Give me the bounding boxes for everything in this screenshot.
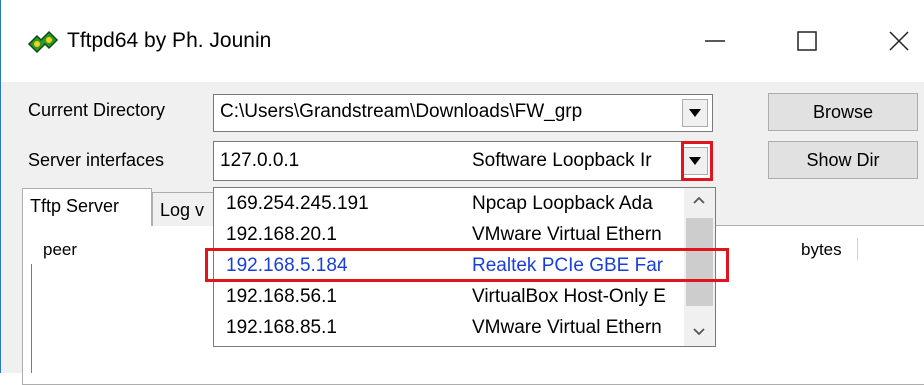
window-title: Tftpd64 by Ph. Jounin: [67, 29, 272, 52]
interface-name: VMware Virtual Ethern: [472, 317, 662, 338]
close-icon: [889, 31, 909, 51]
current-directory-value: C:\Users\Grandstream\Downloads\FW_grp: [220, 101, 583, 122]
column-peer[interactable]: peer: [43, 240, 77, 260]
tab-tftp-server[interactable]: Tftp Server: [22, 188, 152, 226]
minimize-button[interactable]: [669, 0, 761, 82]
tab-log-viewer[interactable]: Log v: [152, 192, 222, 226]
minimize-icon: [705, 40, 725, 42]
server-interface-ip: 127.0.0.1: [220, 150, 300, 171]
chevron-down-icon: [689, 157, 701, 165]
current-directory-dropdown-button[interactable]: [682, 99, 708, 127]
server-interfaces-label: Server interfaces: [28, 150, 165, 170]
list-item[interactable]: 192.168.20.1 VMware Virtual Ethern: [214, 220, 684, 251]
list-item-selected[interactable]: 192.168.5.184 Realtek PCIe GBE Far: [214, 251, 684, 282]
interface-ip: 192.168.20.1: [226, 224, 337, 245]
browse-button[interactable]: Browse: [768, 93, 918, 131]
chevron-up-icon[interactable]: [691, 192, 707, 213]
interface-name: Npcap Loopback Ada: [472, 193, 653, 214]
scrollbar-thumb[interactable]: [686, 218, 713, 306]
close-button[interactable]: [853, 0, 924, 82]
interface-ip: 169.254.245.191: [226, 193, 369, 214]
chevron-down-icon: [689, 109, 701, 117]
column-divider: [857, 238, 858, 260]
server-interfaces-dropdown-list[interactable]: 169.254.245.191 Npcap Loopback Ada 192.1…: [213, 187, 716, 347]
title-bar: Tftpd64 by Ph. Jounin: [1, 0, 924, 82]
list-item[interactable]: 169.254.245.191 Npcap Loopback Ada: [214, 189, 684, 220]
column-bytes[interactable]: bytes: [801, 240, 842, 260]
interface-name: VirtualBox Host-Only E: [472, 286, 666, 307]
interface-name: Realtek PCIe GBE Far: [472, 255, 664, 276]
dropdown-scrollbar[interactable]: [684, 188, 715, 346]
interface-ip: 192.168.85.1: [226, 317, 337, 338]
interface-ip: 192.168.56.1: [226, 286, 337, 307]
server-interfaces-combo[interactable]: 127.0.0.1 Software Loopback Ir: [213, 141, 713, 181]
app-icon: [27, 30, 59, 54]
interface-name: VMware Virtual Ethern: [472, 224, 662, 245]
server-interface-name: Software Loopback Ir: [472, 150, 652, 171]
list-item[interactable]: 192.168.56.1 VirtualBox Host-Only E: [214, 282, 684, 313]
current-directory-label: Current Directory: [28, 100, 166, 120]
maximize-button[interactable]: [761, 0, 853, 82]
server-interfaces-dropdown-button[interactable]: [682, 147, 708, 175]
interface-ip: 192.168.5.184: [226, 255, 348, 276]
list-item[interactable]: 192.168.85.1 VMware Virtual Ethern: [214, 313, 684, 344]
current-directory-combo[interactable]: C:\Users\Grandstream\Downloads\FW_grp: [213, 94, 713, 132]
chevron-down-icon[interactable]: [691, 324, 707, 345]
show-dir-button[interactable]: Show Dir: [768, 141, 918, 179]
app-window: Tftpd64 by Ph. Jounin Current Directory …: [0, 0, 924, 385]
maximize-icon: [797, 31, 817, 51]
